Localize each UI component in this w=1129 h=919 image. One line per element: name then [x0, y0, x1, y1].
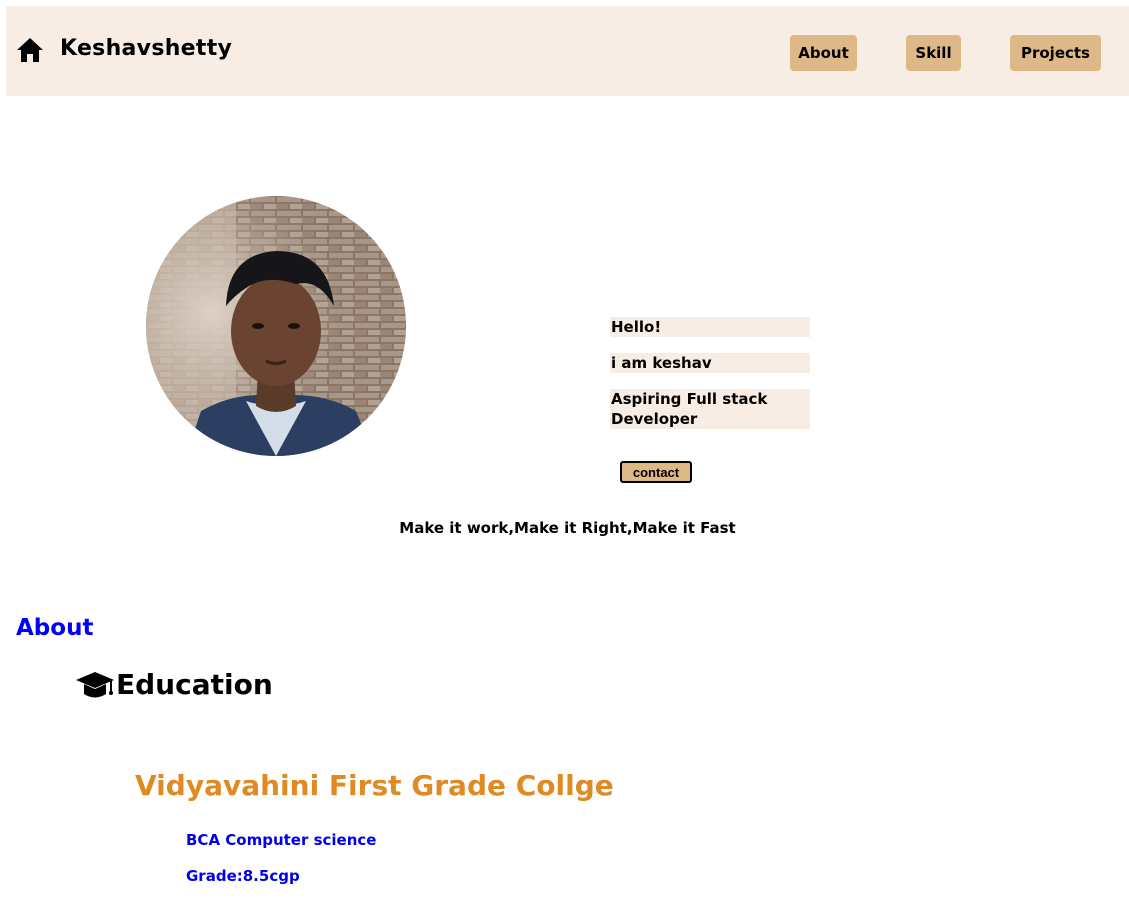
name-text: i am keshav	[610, 353, 810, 373]
course-text: BCA Computer science	[186, 831, 377, 849]
role-text: Aspiring Full stack Developer	[610, 389, 810, 429]
education-heading: Education	[116, 668, 273, 701]
navbar: Keshavshetty About Skill Projects	[6, 6, 1129, 96]
home-icon[interactable]	[16, 37, 44, 63]
contact-button[interactable]: contact	[620, 461, 692, 483]
brand-name[interactable]: Keshavshetty	[60, 36, 232, 61]
greeting-text: Hello!	[610, 317, 810, 337]
nav-about-button[interactable]: About	[790, 35, 857, 71]
profile-photo	[146, 196, 406, 456]
college-name: Vidyavahini First Grade Collge	[135, 769, 614, 802]
about-heading: About	[16, 615, 94, 641]
grade-text: Grade:8.5cgp	[186, 867, 300, 885]
nav-projects-button[interactable]: Projects	[1010, 35, 1101, 71]
motto-text: Make it work,Make it Right,Make it Fast	[399, 519, 736, 537]
nav-skill-button[interactable]: Skill	[906, 35, 961, 71]
graduation-cap-icon	[76, 672, 114, 698]
